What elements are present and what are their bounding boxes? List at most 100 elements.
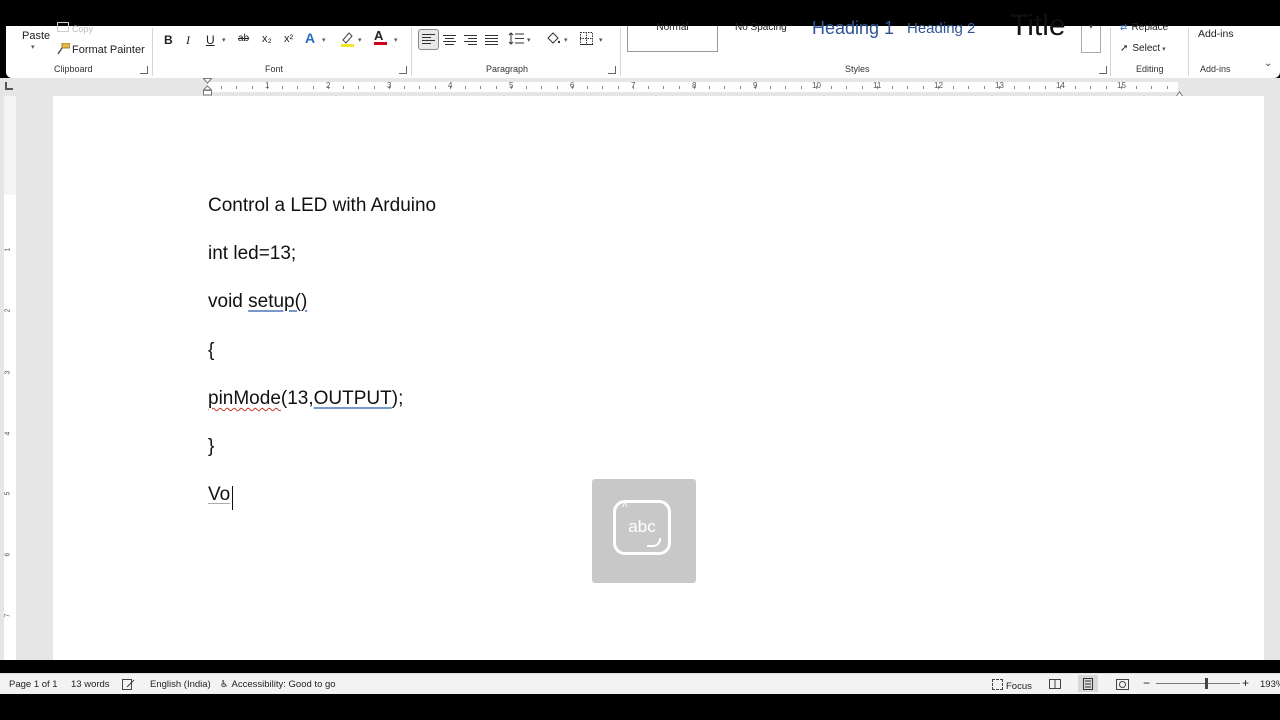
ruler-number: 12 — [934, 81, 943, 90]
font-color-icon: A — [374, 28, 384, 43]
doc-line-open-brace[interactable]: { — [208, 340, 214, 362]
bottom-black-band — [0, 694, 1280, 720]
justify-icon — [485, 35, 498, 45]
ruler-tick — [587, 86, 588, 89]
strikethrough-button[interactable]: ab — [238, 33, 249, 44]
add-ins-button[interactable]: Add-ins — [1198, 28, 1234, 40]
collapse-ribbon-icon[interactable]: ⌄ — [1264, 58, 1272, 69]
ruler-number: 13 — [995, 81, 1004, 90]
ruler-tick — [724, 86, 726, 89]
doc-line-void-setup[interactable]: void setup() — [208, 291, 307, 313]
chevron-down-icon[interactable]: ▾ — [358, 36, 362, 44]
web-layout-button[interactable] — [1116, 679, 1129, 693]
shading-button[interactable] — [546, 32, 561, 50]
language-indicator[interactable]: English (India) — [150, 679, 211, 690]
chevron-down-icon[interactable]: ▾ — [527, 36, 531, 44]
format-painter-icon — [57, 42, 71, 55]
zoom-slider-thumb[interactable] — [1205, 678, 1208, 689]
chevron-down-icon[interactable]: ▾ — [599, 36, 603, 44]
chevron-down-icon[interactable]: ▾ — [322, 36, 326, 44]
vertical-ruler-number: 7 — [4, 613, 12, 618]
divider — [620, 28, 621, 76]
style-heading-2[interactable]: Heading 2 — [907, 20, 975, 40]
style-heading-1[interactable]: Heading 1 — [812, 18, 894, 40]
align-center-button[interactable] — [443, 33, 456, 51]
replace-button[interactable]: ⇄ Replace — [1120, 22, 1168, 33]
zoom-slider[interactable] — [1156, 683, 1240, 684]
select-button[interactable]: ➚ Select ▾ — [1120, 43, 1166, 54]
ruler-tick — [983, 86, 985, 89]
font-color-button[interactable]: A — [374, 28, 387, 45]
doc-line-int-led[interactable]: int led=13; — [208, 243, 296, 265]
chevron-down-icon: ▾ — [1089, 24, 1093, 31]
style-no-spacing[interactable]: No Spacing — [735, 23, 787, 51]
ruler-tick — [556, 86, 558, 89]
doc-line-title[interactable]: Control a LED with Arduino — [208, 195, 436, 217]
styles-launcher-icon[interactable] — [1099, 66, 1107, 74]
doc-line-close-brace[interactable]: } — [208, 436, 214, 458]
subscript-button[interactable]: x₂ — [262, 33, 272, 45]
borders-button[interactable] — [580, 32, 593, 50]
read-mode-button[interactable] — [1049, 679, 1061, 692]
doc-line-vo[interactable]: Vo — [208, 484, 230, 506]
line-spacing-icon — [508, 32, 524, 45]
superscript-button[interactable]: x² — [284, 33, 293, 45]
text-effects-button[interactable]: A — [305, 30, 315, 46]
keyboard-overlay-icon[interactable]: ^ abc — [592, 479, 696, 583]
clipboard-launcher-icon[interactable] — [140, 66, 148, 74]
ruler-tick — [861, 86, 863, 89]
doc-line-pinmode[interactable]: pinMode(13,OUTPUT); — [208, 388, 403, 410]
align-right-button[interactable] — [464, 33, 477, 51]
paint-bucket-icon — [547, 32, 561, 44]
format-painter-button[interactable]: Format Painter — [57, 42, 145, 56]
style-normal[interactable]: Normal — [627, 23, 718, 52]
italic-button[interactable]: I — [186, 33, 190, 48]
justify-button[interactable] — [485, 33, 498, 51]
ruler-tick — [1105, 86, 1107, 89]
zoom-out-button[interactable]: − — [1143, 676, 1150, 690]
paste-button[interactable]: Paste ▾ — [22, 30, 50, 51]
ruler-tick — [648, 86, 649, 89]
accessibility-icon: ♿ — [220, 679, 229, 690]
copy-label: Copy — [72, 24, 94, 34]
focus-button[interactable]: Focus — [992, 679, 1032, 692]
chevron-down-icon[interactable]: ▾ — [564, 36, 568, 44]
highlighter-icon — [341, 32, 354, 47]
styles-group-label: Styles — [845, 64, 870, 74]
paragraph-group-label: Paragraph — [486, 64, 529, 74]
proofing-icon[interactable] — [122, 679, 135, 693]
page-count[interactable]: Page 1 of 1 — [9, 679, 58, 690]
font-launcher-icon[interactable] — [399, 66, 407, 74]
chevron-down-icon[interactable]: ▾ — [222, 36, 226, 44]
replace-icon: ⇄ — [1120, 22, 1128, 32]
tab-selector-icon[interactable] — [5, 82, 13, 90]
print-layout-button[interactable] — [1078, 675, 1098, 692]
ruler-tick — [343, 86, 344, 89]
styles-scroll[interactable]: ▾ — [1081, 24, 1101, 53]
zoom-level[interactable]: 193% — [1260, 679, 1280, 690]
vertical-ruler-number: 1 — [4, 247, 12, 252]
doc-text-grammar-flag: setup() — [248, 291, 308, 312]
chevron-down-icon: ▾ — [31, 44, 35, 51]
style-title[interactable]: Title — [1010, 10, 1066, 42]
zoom-in-button[interactable]: + — [1242, 676, 1249, 690]
word-count[interactable]: 13 words — [71, 679, 110, 690]
align-center-icon — [443, 35, 456, 45]
line-spacing-button[interactable] — [508, 32, 524, 50]
focus-icon — [992, 679, 1003, 690]
vertical-ruler-number: 3 — [4, 370, 12, 375]
copy-button[interactable]: Copy — [57, 22, 93, 34]
ruler-number: 10 — [812, 81, 821, 90]
highlight-button[interactable] — [340, 31, 354, 52]
paragraph-launcher-icon[interactable] — [608, 66, 616, 74]
accessibility-status[interactable]: ♿ Accessibility: Good to go — [220, 679, 336, 690]
align-right-icon — [464, 35, 477, 45]
vertical-ruler-number: 6 — [4, 552, 12, 557]
right-indent-marker-icon[interactable] — [1174, 85, 1185, 98]
ruler-tick — [953, 86, 954, 89]
indent-marker-icon[interactable] — [202, 78, 213, 96]
align-left-button[interactable] — [418, 29, 439, 50]
bold-button[interactable]: B — [164, 33, 173, 47]
underline-button[interactable]: U — [206, 33, 215, 47]
chevron-down-icon[interactable]: ▾ — [394, 36, 398, 44]
